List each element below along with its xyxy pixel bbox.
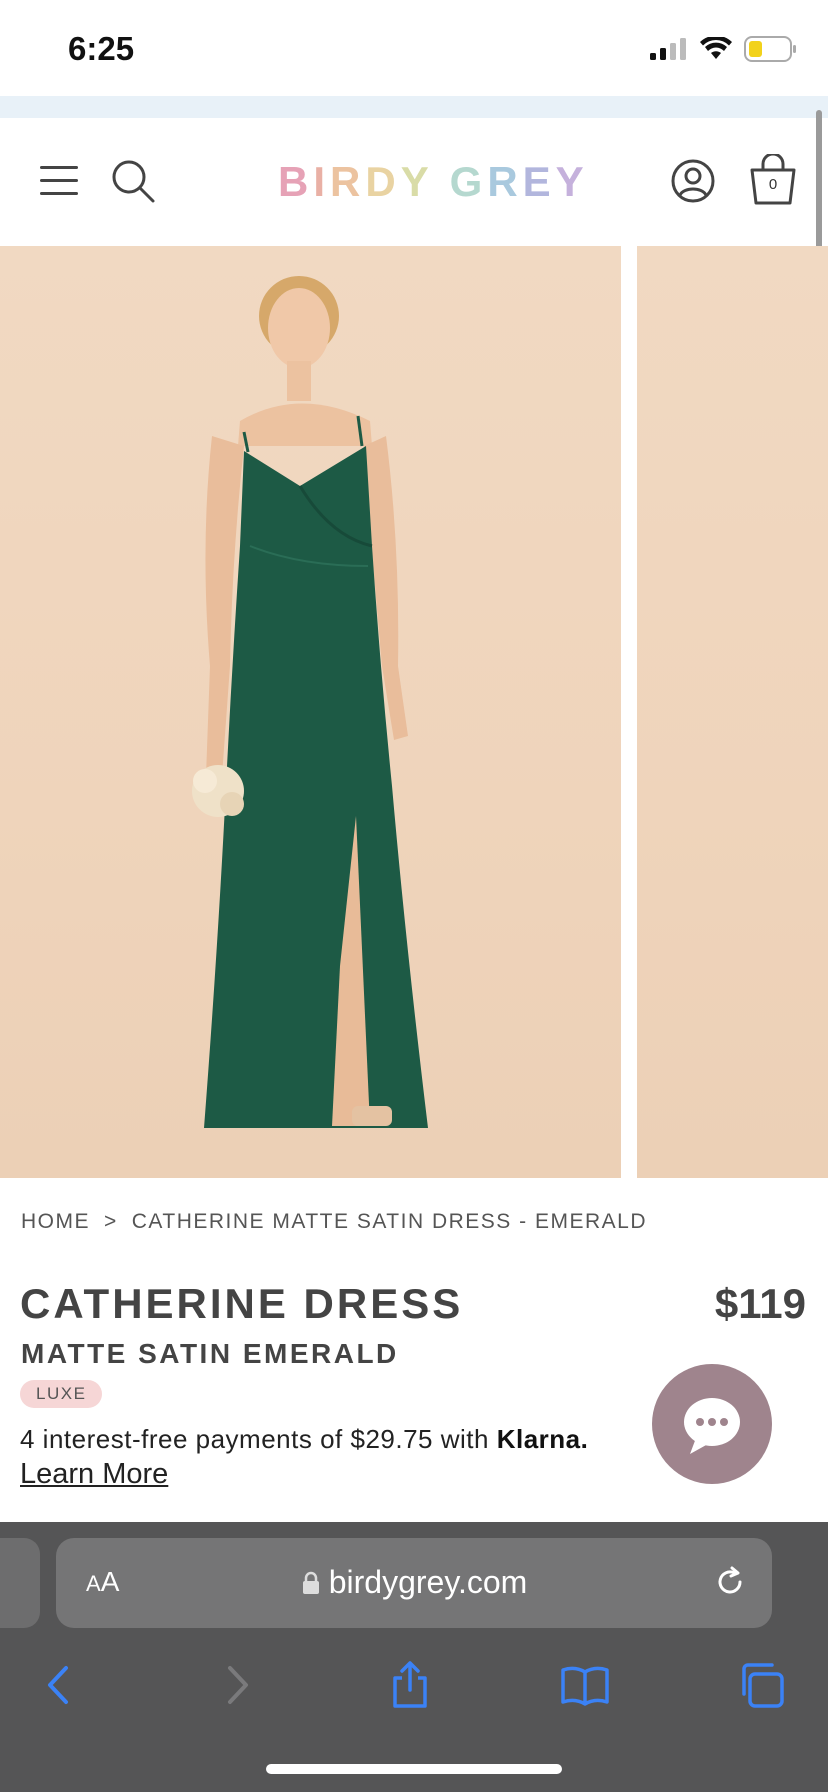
product-image-next[interactable] [637, 246, 828, 1178]
status-icons [650, 34, 798, 64]
breadcrumb-separator: > [104, 1210, 118, 1233]
lock-icon [302, 1571, 319, 1594]
address-bar[interactable]: AA birdygrey.com [56, 1538, 772, 1628]
model-dress-illustration [192, 276, 428, 1128]
menu-button[interactable] [40, 166, 78, 196]
klarna-text: 4 interest-free payments of $29.75 with [20, 1424, 489, 1454]
wifi-icon [700, 37, 732, 59]
reload-icon[interactable] [712, 1564, 748, 1600]
product-price: $119 [714, 1280, 806, 1327]
tabs-icon[interactable] [736, 1660, 786, 1710]
menu-line-icon [40, 179, 78, 182]
chat-button[interactable] [652, 1364, 772, 1484]
status-bar: 6:25 [0, 0, 828, 96]
chat-bubble-icon [684, 1398, 740, 1454]
forward-arrow-icon[interactable] [212, 1660, 262, 1710]
cart-count-badge: 0 [768, 176, 778, 193]
klarna-logo: Klarna. [496, 1424, 589, 1454]
share-icon[interactable] [385, 1660, 435, 1710]
bookmarks-icon[interactable] [560, 1660, 610, 1710]
brand-logo[interactable]: BIRDY GREY [278, 158, 589, 206]
previous-tab-peek[interactable] [0, 1538, 40, 1628]
menu-line-icon [40, 166, 78, 169]
breadcrumb-home[interactable]: HOME [21, 1210, 90, 1233]
url-display[interactable]: birdygrey.com [56, 1564, 772, 1601]
battery-icon [744, 36, 796, 62]
cart-button[interactable]: 0 [748, 152, 798, 206]
product-gallery[interactable] [0, 246, 828, 1178]
breadcrumb: HOME > CATHERINE MATTE SATIN DRESS - EMERA… [21, 1210, 647, 1234]
klarna-message: 4 interest-free payments of $29.75 with … [20, 1424, 588, 1455]
menu-line-icon [40, 192, 78, 195]
product-title: CATHERINE DRESS [20, 1280, 464, 1327]
cellular-signal-icon [650, 38, 686, 60]
search-icon[interactable] [110, 158, 156, 204]
browser-toolbar [0, 1652, 828, 1712]
account-icon[interactable] [670, 158, 716, 204]
home-indicator[interactable] [266, 1764, 562, 1774]
breadcrumb-current: CATHERINE MATTE SATIN DRESS - EMERALD [131, 1210, 647, 1233]
learn-more-link[interactable]: Learn More [20, 1458, 168, 1491]
url-text: birdygrey.com [328, 1564, 528, 1600]
status-time: 6:25 [68, 30, 135, 67]
site-header: BIRDY GREY 0 [0, 118, 828, 246]
announcement-strip [0, 96, 828, 118]
browser-chrome: AA birdygrey.com [0, 1522, 828, 1792]
back-arrow-icon[interactable] [34, 1660, 84, 1710]
luxe-badge: LUXE [20, 1380, 103, 1408]
product-subtitle: MATTE SATIN EMERALD [21, 1338, 399, 1369]
product-image-main[interactable] [0, 246, 621, 1178]
